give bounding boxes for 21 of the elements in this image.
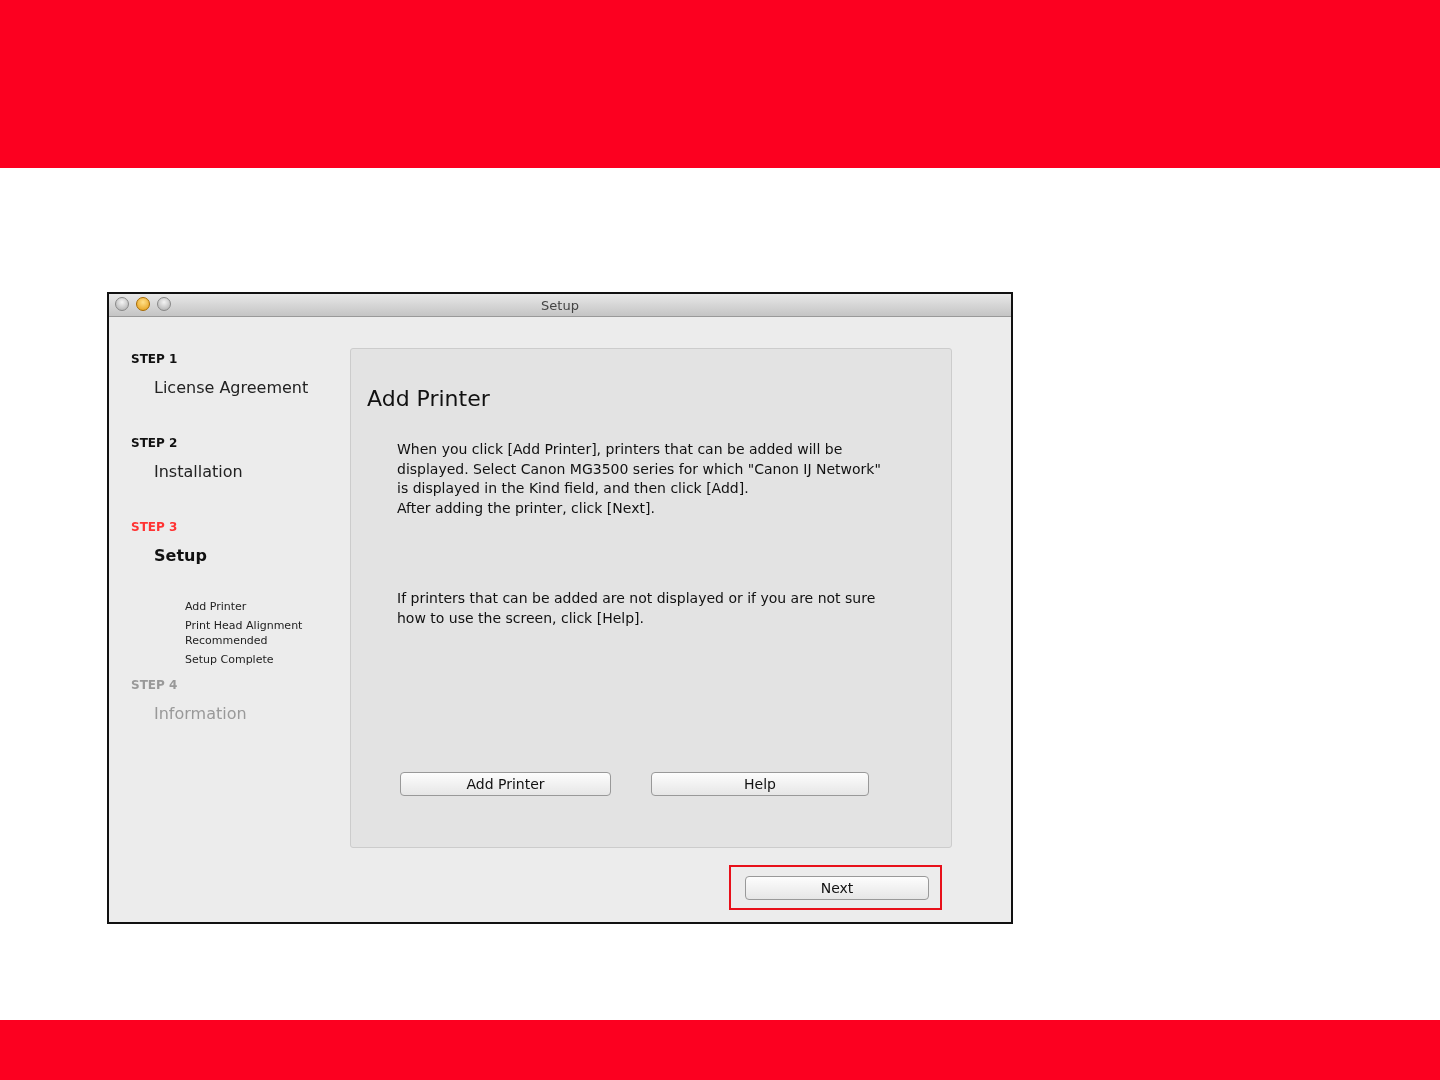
step-title: Setup	[154, 545, 208, 567]
step-label: STEP 1	[131, 351, 179, 367]
panel-heading: Add Printer	[367, 385, 491, 413]
minimize-icon[interactable]	[136, 297, 150, 311]
step-label: STEP 3	[131, 519, 179, 535]
step-title: Information	[154, 703, 248, 725]
instruction-text: If printers that can be added are not displayed or if you are not sure how to use the screen, click [Help].	[397, 589, 877, 628]
panel-button[interactable]: Add Printer	[400, 772, 611, 796]
panel-button[interactable]: Help	[651, 772, 869, 796]
close-icon[interactable]	[115, 297, 129, 311]
window-title: Setup	[541, 297, 579, 313]
step-label: STEP 2	[131, 435, 179, 451]
step-title: Installation	[154, 461, 244, 483]
instruction-text: When you click [Add Printer], printers that can be added will be displayed. Select Canon MG3500 series for which "Canon IJ Network" is displayed in the Kind field, and then click [Add]. After adding the printer, click [Next].	[397, 440, 882, 518]
substep-item: Add Printer	[185, 599, 248, 614]
substep-item: Print Head Alignment Recommended	[185, 618, 304, 648]
step-label: STEP 4	[131, 677, 179, 693]
step-title: License Agreement	[154, 377, 310, 399]
next-button[interactable]: Next	[745, 876, 929, 900]
substep-item: Setup Complete	[185, 652, 275, 667]
zoom-icon[interactable]	[157, 297, 171, 311]
